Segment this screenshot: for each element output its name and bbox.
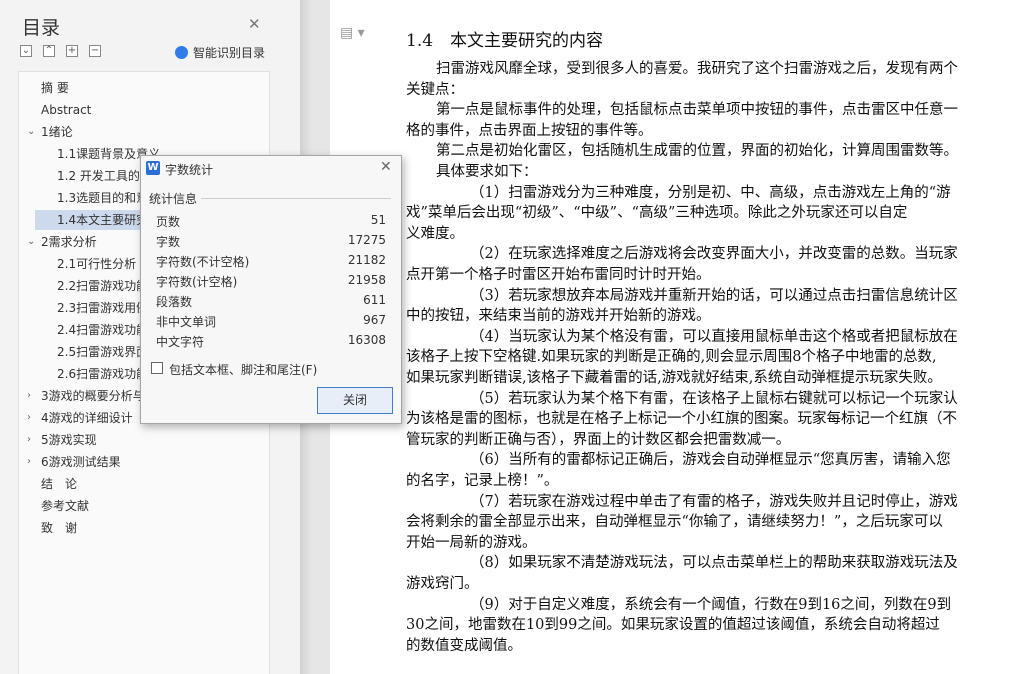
document-line: 如果玩家判断错误,该格子下藏着雷的话,游戏就好结束,系统自动弹框提示玩家失败。 [406, 370, 942, 386]
add-icon[interactable]: + [66, 45, 78, 57]
stat-label: 段落数 [156, 295, 193, 309]
stat-label: 字符数(计空格) [156, 275, 238, 289]
stat-value: 611 [363, 293, 386, 307]
group-divider [201, 198, 391, 199]
chevron-right-icon[interactable]: › [27, 452, 31, 472]
toc-item[interactable]: Abstract [41, 100, 271, 120]
stat-value: 51 [370, 213, 386, 227]
document-line: （1）扫雷游戏分为三种难度，分别是初、中、高级，点击游戏左上角的“游 [470, 184, 951, 201]
dialog-close-icon[interactable]: ✕ [380, 159, 392, 175]
document-line: （4）当玩家认为某个格没有雷，可以直接用鼠标单击这个格或者把鼠标放在 [470, 328, 958, 345]
toc-item[interactable]: 结 论 [41, 474, 271, 494]
stat-label: 中文字符 [156, 335, 205, 349]
document-line: 戏”菜单后会出现“初级”、“中级”、“高级”三种选项。除此之外玩家还可以自定 [406, 205, 908, 222]
stat-value: 21958 [347, 273, 386, 287]
stat-row: 中文字符 16308 [156, 333, 386, 353]
toc-item[interactable]: 1绪论 [41, 122, 271, 142]
wps-logo-icon: W [146, 161, 160, 175]
document-line: 点开第一个格子时雷区开始布雷同时计时开始。 [406, 267, 711, 283]
chevron-down-icon[interactable]: ⌄ [27, 122, 35, 142]
document-line: 中的按钮，来结束当前的游戏并开始新的游戏。 [406, 308, 711, 325]
stat-value: 16308 [347, 333, 386, 347]
section-heading: 1.4 本文主要研究的内容 [406, 31, 604, 51]
stat-value: 17275 [347, 233, 386, 247]
stat-row: 字符数(不计空格) 21182 [156, 253, 386, 273]
document-line: 第一点是鼠标事件的处理，包括鼠标点击菜单项中按钮的事件，点击雷区中任意一 [436, 102, 958, 119]
stat-value: 21182 [347, 253, 386, 267]
collapse-all-icon[interactable]: ⌄ [20, 45, 32, 57]
smart-toc-button[interactable]: 智能识别目录 [175, 44, 265, 61]
document-line: （7）若玩家在游戏过程中单击了有雷的格子，游戏失败并且记时停止，游戏 [470, 493, 958, 510]
document-line: 格的事件，点击界面上按钮的事件等。 [406, 122, 653, 139]
stat-row: 字数 17275 [156, 233, 386, 253]
stat-label: 页数 [156, 215, 181, 229]
document-line: 该格子上按下空格键.如果玩家的判断是正确的,则会显示周围8个格子中地雷的总数, [406, 349, 937, 366]
document-line: 为该格是雷的图标，也就是在格子上标记一个小红旗的图案。玩家每标记一个红旗（不 [406, 411, 957, 428]
ai-icon [175, 46, 188, 59]
word-count-dialog: W 字数统计 ✕ 统计信息 页数 51 字数 17275 字符数(不计空格) 21182 字… [140, 155, 402, 424]
document-line: 的数值变成阈值。 [406, 637, 522, 654]
stat-label: 字符数(不计空格) [156, 255, 250, 269]
document-line: 具体要求如下： [436, 164, 538, 180]
expand-icon[interactable]: ⌃ [43, 45, 55, 57]
document-line: （9）对于自定义难度，系统会有一个阈值，行数在9到16之间，列数在9到 [470, 596, 952, 613]
document-line: 第二点是初始化雷区，包括随机生成雷的位置，界面的初始化，计算周围雷数等。 [436, 143, 958, 160]
document-line: 的名字，记录上榜！”。 [406, 473, 559, 489]
stat-label: 非中文单词 [156, 315, 217, 329]
stat-row: 非中文单词 967 [156, 313, 386, 333]
document-line: （6）当所有的雷都标记正确后，游戏会自动弹框显示“您真厉害，请输入您 [470, 452, 951, 469]
document-line: 扫雷游戏风靡全球，受到很多人的喜爱。我研究了这个扫雷游戏之后，发现有两个 [436, 61, 958, 77]
document-line: （8）如果玩家不清楚游戏玩法，可以点击菜单栏上的帮助来获取游戏玩法及 [470, 555, 958, 572]
document-line: （2）在玩家选择难度之后游戏将会改变界面大小，并改变雷的总数。当玩家 [470, 246, 958, 263]
smart-toc-label: 智能识别目录 [193, 46, 266, 60]
toc-item[interactable]: 致 谢 [41, 518, 271, 538]
stats-group-label: 统计信息 [149, 192, 198, 206]
chevron-right-icon[interactable]: › [27, 386, 31, 406]
include-footnotes-checkbox[interactable] [151, 362, 163, 374]
stat-row: 字符数(计空格) 21958 [156, 273, 386, 293]
document-icon[interactable]: ▤ ▾ [340, 25, 365, 41]
dialog-title: 字数统计 [165, 163, 214, 177]
toc-item[interactable]: 摘 要 [41, 78, 271, 98]
chevron-down-icon[interactable]: ⌄ [27, 232, 35, 252]
stat-label: 字数 [156, 235, 181, 249]
document-line: 管玩家的判断正确与否），界面上的计数区都会把雷数减一。 [406, 431, 791, 448]
include-footnotes-label[interactable]: 包括文本框、脚注和尾注(F) [169, 361, 317, 378]
stat-row: 段落数 611 [156, 293, 386, 313]
stat-value: 967 [363, 313, 386, 327]
remove-icon[interactable]: − [89, 45, 101, 57]
document-line: 会将剩余的雷全部显示出来，自动弹框显示“你输了，请继续努力！”，之后玩家可以 [406, 514, 943, 531]
document-line: （5）若玩家认为某个格下有雷，在该格子上鼠标右键就可以标记一个玩家认 [470, 390, 958, 407]
chevron-right-icon[interactable]: › [27, 408, 31, 428]
toc-item[interactable]: 参考文献 [41, 496, 271, 516]
document-line: 义难度。 [406, 225, 464, 242]
document-line: 30之间，地雷数在10到99之间。如果玩家设置的值超过该阈值，系统会自动将超过 [406, 617, 940, 634]
document-line: 关键点： [406, 81, 464, 98]
toc-item[interactable]: 5游戏实现 [41, 430, 271, 450]
document-line: 游戏窍门。 [406, 576, 479, 592]
stat-row: 页数 51 [156, 213, 386, 233]
toc-item[interactable]: 1.4本文主要研究 [35, 210, 157, 230]
sidebar-title: 目录 [22, 17, 61, 39]
toc-item[interactable]: 6游戏测试结果 [41, 452, 271, 472]
document-line: 开始一局新的游戏。 [406, 534, 537, 551]
close-icon[interactable]: ✕ [248, 15, 261, 33]
chevron-right-icon[interactable]: › [27, 430, 31, 450]
document-line: （3）若玩家想放弃本局游戏并重新开始的话，可以通过点击扫雷信息统计区 [470, 287, 958, 304]
close-button[interactable]: 关闭 [317, 387, 393, 414]
